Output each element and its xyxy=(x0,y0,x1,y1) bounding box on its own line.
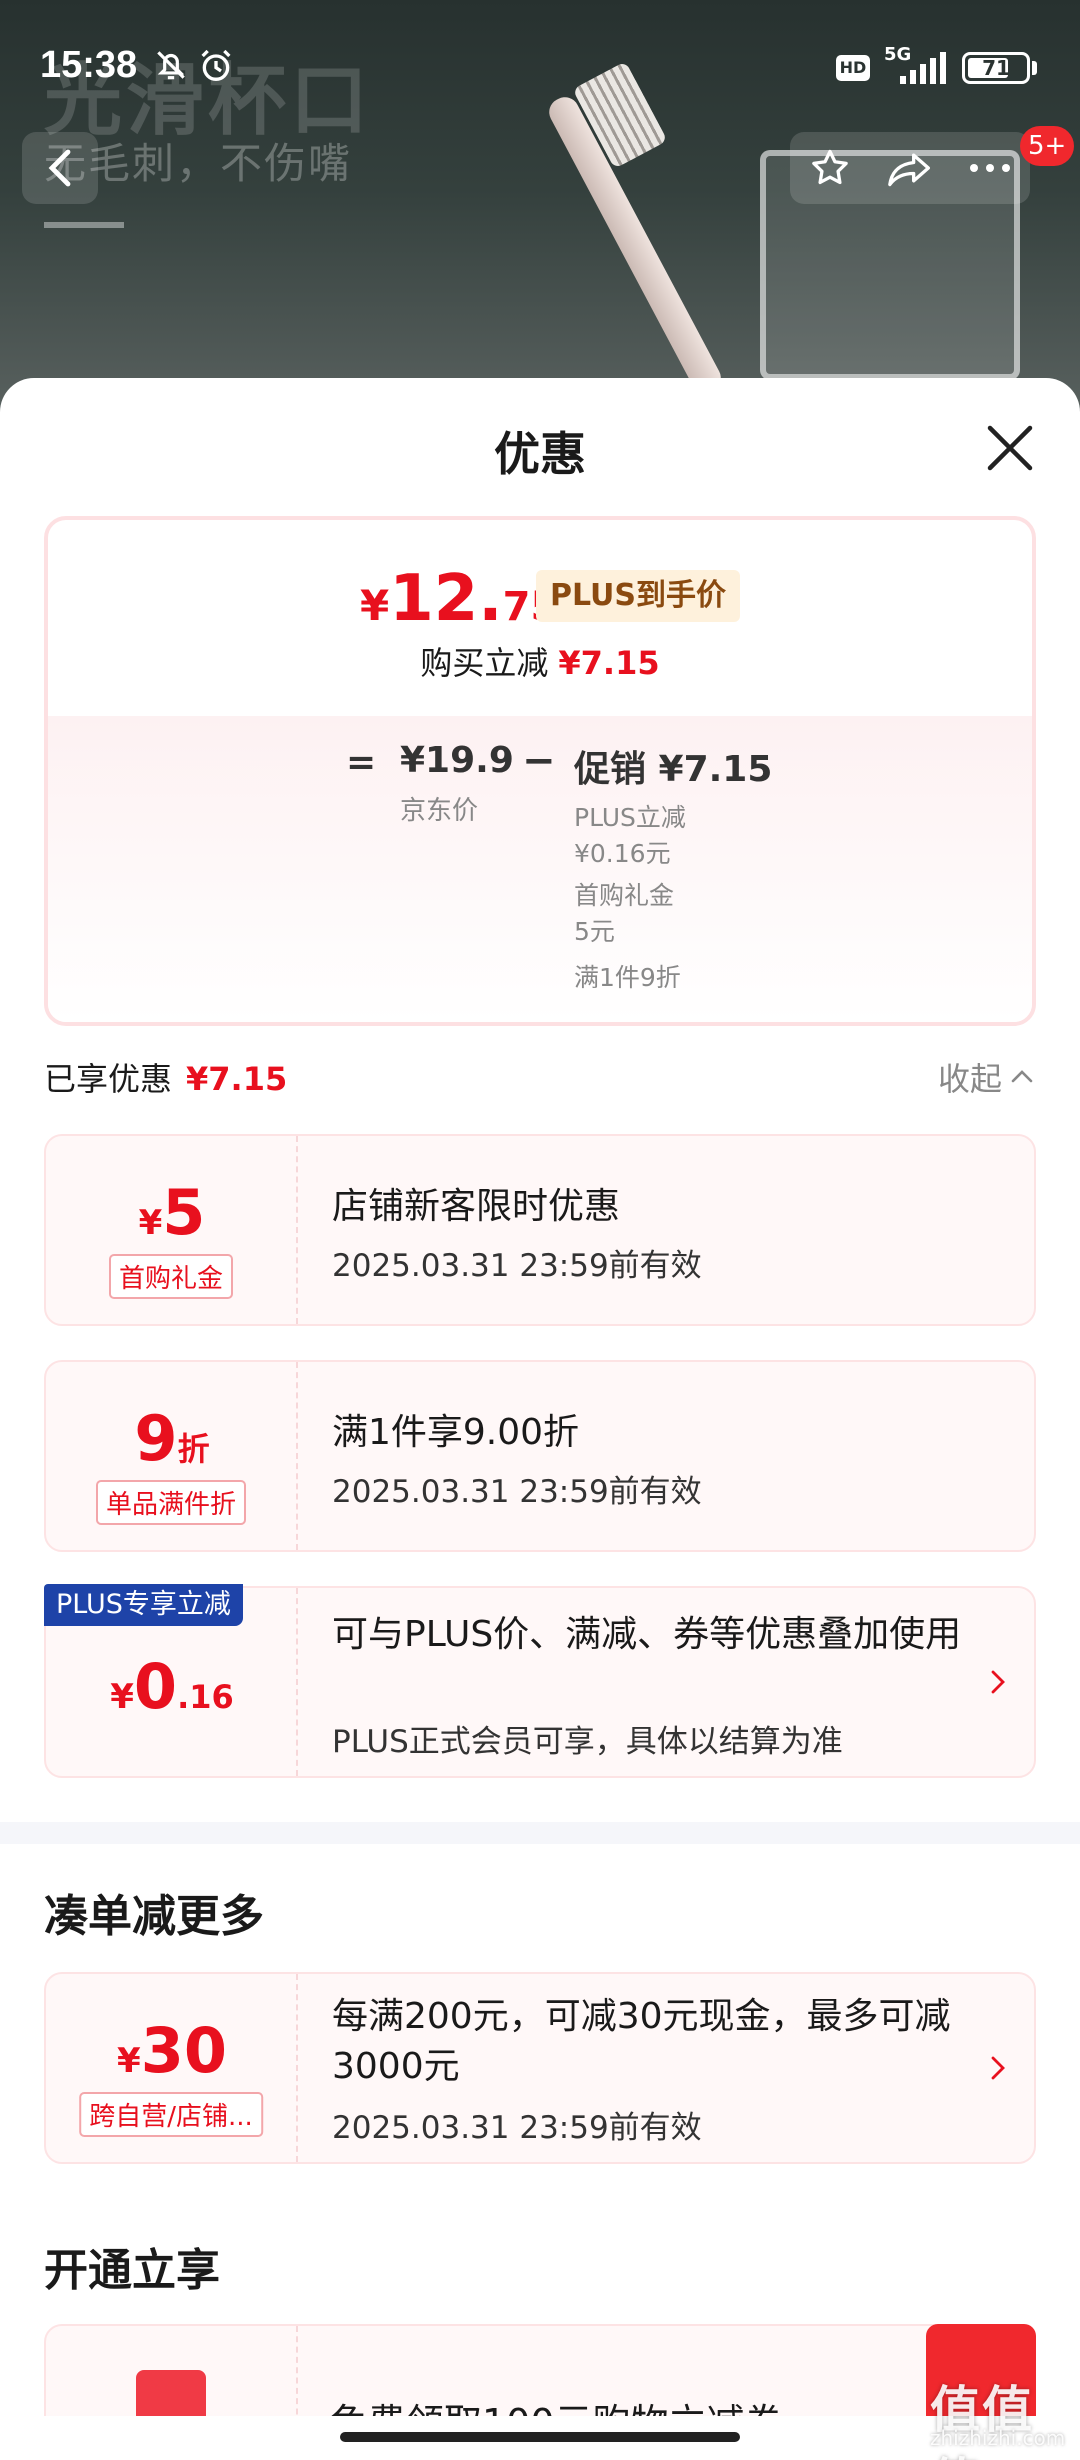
coupon-title: 店铺新客限时优惠 xyxy=(332,1186,621,1227)
coupon-card[interactable]: ¥30 跨自营/店铺... 每满200元，可减30元现金，最多可减3000元 2… xyxy=(44,1972,1036,2164)
coupon-detail-arrow[interactable] xyxy=(990,1588,1006,1776)
promo-line: 5元 xyxy=(574,917,615,946)
minus-sign: − xyxy=(522,738,556,784)
instant-cut-label: 购买立减 xyxy=(420,644,549,682)
jd-price-label: 京东价 xyxy=(400,796,479,826)
section-divider xyxy=(0,1822,1080,1844)
battery-icon: 71 xyxy=(962,52,1030,84)
enjoyed-discount-header: 已享优惠 ¥7.15 xyxy=(44,1054,287,1100)
coupon-amount-decimal: .16 xyxy=(177,1678,234,1716)
chevron-up-icon[interactable] xyxy=(1010,1068,1034,1084)
coupon-validity: 2025.03.31 23:59前有效 xyxy=(332,1474,702,1510)
enjoyed-label: 已享优惠 xyxy=(44,1060,173,1098)
coupon-amount: ¥0.16 xyxy=(46,1650,298,1723)
chevron-left-icon xyxy=(48,149,71,187)
jd-price: ¥19.9 xyxy=(400,740,514,781)
battery-nub xyxy=(1032,61,1037,75)
notification-badge: 5+ xyxy=(1020,126,1075,166)
back-button[interactable] xyxy=(22,132,98,204)
bell-muted-icon xyxy=(152,46,190,93)
share-button[interactable] xyxy=(870,132,950,204)
chevron-right-icon xyxy=(991,2056,1005,2080)
coupon-title: 每满200元，可减30元现金，最多可减3000元 xyxy=(332,1996,951,2087)
section-title-more: 凑单减更多 xyxy=(44,1891,264,1942)
coupon-detail-arrow[interactable] xyxy=(990,1974,1006,2162)
price-summary-card: ¥12.75 PLUS到手价 购买立减 ¥7.15 = ¥19.9 京东价 − 促… xyxy=(44,516,1036,1026)
signal-strength-icon xyxy=(900,52,948,84)
coupon-amount-value: 30 xyxy=(140,2014,227,2087)
coupon-amount-value: 5 xyxy=(162,1176,206,1249)
close-button[interactable] xyxy=(980,418,1040,478)
coupon-validity: 2025.03.31 23:59前有效 xyxy=(332,2110,702,2146)
share-icon xyxy=(888,153,930,187)
coupon-card[interactable]: 9折 单品满件折 满1件享9.00折 2025.03.31 23:59前有效 xyxy=(44,1360,1036,1552)
final-price-yen: ¥ xyxy=(360,581,390,630)
top-actions-group xyxy=(790,132,1030,204)
coupon-left-panel: 9折 单品满件折 xyxy=(46,1362,298,1550)
coupon-amount-value: 0 xyxy=(133,1650,178,1723)
promo-line: ¥0.16元 xyxy=(574,839,671,868)
plus-price-tag: PLUS到手价 xyxy=(536,570,741,622)
status-time: 15:38 xyxy=(40,44,138,86)
final-price: ¥12.75 xyxy=(360,562,558,636)
final-price-integer: 12. xyxy=(389,562,503,636)
coupon-card[interactable]: ¥5 首购礼金 店铺新客限时优惠 2025.03.31 23:59前有效 xyxy=(44,1134,1036,1326)
coupon-yen: ¥ xyxy=(138,1203,163,1243)
watermark-url: zhizhizhi.com xyxy=(930,2426,1066,2450)
promo-line: PLUS立减 xyxy=(574,803,686,832)
coupon-amount: ¥30 xyxy=(46,2014,298,2087)
hd-voice-icon: HD xyxy=(836,55,870,81)
coupon-yen: ¥ xyxy=(117,2041,141,2081)
favorite-button[interactable] xyxy=(790,132,870,204)
status-bar: 15:38 HD 5G 71 xyxy=(0,0,1080,130)
promo-line: 首购礼金 xyxy=(574,881,675,910)
more-button[interactable] xyxy=(950,132,1030,204)
collapse-button[interactable]: 收起 xyxy=(938,1054,1002,1100)
equals-sign: = xyxy=(346,742,377,783)
coupon-left-panel: ¥5 首购礼金 xyxy=(46,1136,298,1324)
section-title-open: 开通立享 xyxy=(44,2245,220,2296)
coupon-title: 满1件享9.00折 xyxy=(332,1412,580,1453)
coupon-amount: ¥5 xyxy=(46,1176,298,1249)
alarm-icon xyxy=(196,46,236,95)
plus-exclusive-ribbon: PLUS专享立减 xyxy=(44,1584,243,1626)
coupon-title: 可与PLUS价、满减、券等优惠叠加使用 xyxy=(332,1614,962,1655)
product-image-underline xyxy=(44,222,124,228)
close-icon xyxy=(987,425,1033,471)
instant-cut-row: 购买立减 ¥7.15 xyxy=(48,638,1032,684)
coupon-left-panel: ¥30 跨自营/店铺... xyxy=(46,1974,298,2162)
promo-line: 满1件9折 xyxy=(574,963,681,992)
coupon-type-tag: 单品满件折 xyxy=(95,1480,247,1525)
home-indicator[interactable] xyxy=(340,2432,740,2442)
more-dots-icon xyxy=(970,164,1010,172)
coupon-validity: 2025.03.31 23:59前有效 xyxy=(332,1248,702,1284)
coupon-condition: PLUS正式会员可享，具体以结算为准 xyxy=(332,1724,843,1760)
instant-cut-value: ¥7.15 xyxy=(558,644,660,682)
sheet-title: 优惠 xyxy=(494,427,586,481)
star-icon xyxy=(812,149,848,185)
coupon-amount-value: 9 xyxy=(134,1402,178,1475)
coupon-amount: 9折 xyxy=(46,1402,298,1475)
coupon-type-tag: 首购礼金 xyxy=(108,1254,234,1299)
coupon-yen: ¥ xyxy=(110,1677,134,1717)
battery-percent: 71 xyxy=(982,56,1010,80)
enjoyed-value: ¥7.15 xyxy=(186,1060,288,1098)
promo-total: 促销 ¥7.15 xyxy=(574,749,773,790)
coupon-type-tag: 跨自营/店铺... xyxy=(79,2092,263,2137)
coupon-unit: 折 xyxy=(177,1430,210,1468)
chevron-right-icon xyxy=(991,1670,1005,1694)
